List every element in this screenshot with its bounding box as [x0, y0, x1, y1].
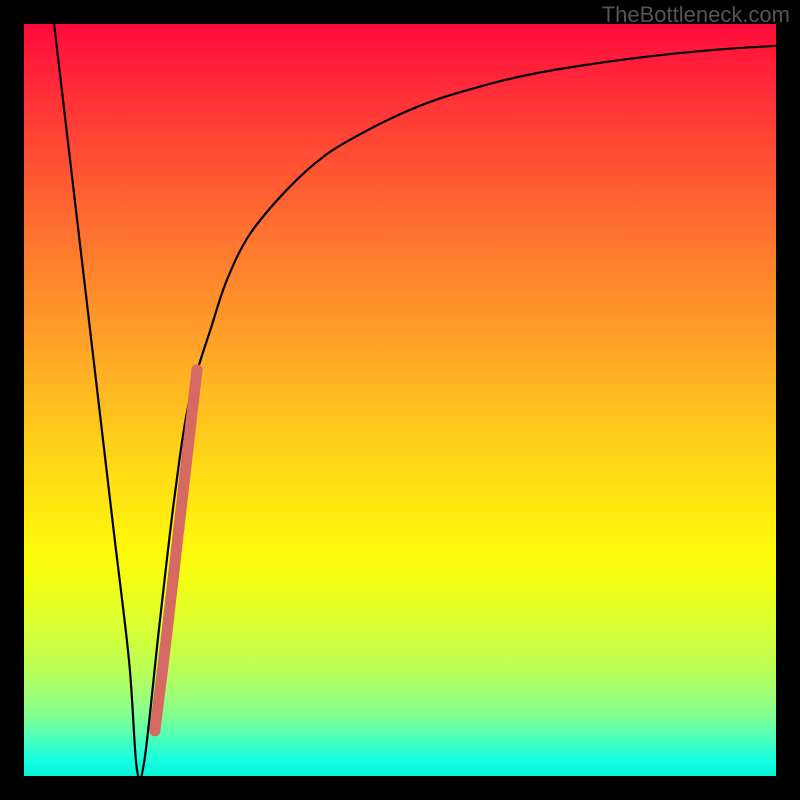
watermark-text: TheBottleneck.com [602, 2, 790, 28]
highlight-dot [154, 697, 162, 705]
highlight-dot [173, 522, 184, 533]
chart-frame: TheBottleneck.com [0, 0, 800, 800]
highlight-dot [167, 575, 178, 586]
highlight-dot [179, 470, 190, 481]
highlight-dot [157, 665, 168, 676]
highlight-dot [191, 364, 202, 375]
highlight-dots-group [151, 364, 203, 735]
highlight-dot [161, 628, 172, 639]
curve-layer [24, 24, 776, 776]
highlight-dot [151, 727, 159, 735]
plot-area [24, 24, 776, 776]
highlight-dot [185, 417, 196, 428]
